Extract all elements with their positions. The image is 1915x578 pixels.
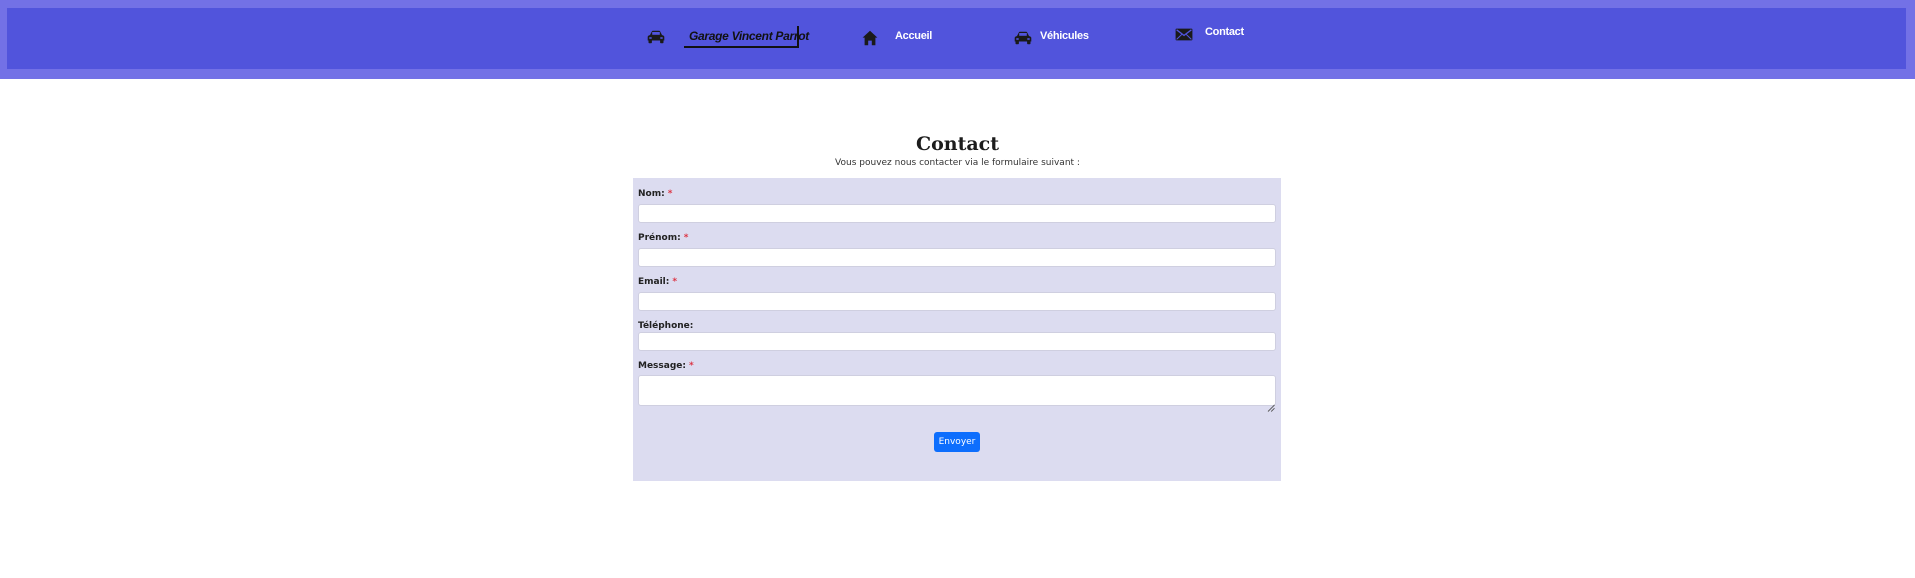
required-marker: *: [667, 189, 673, 199]
label-text: Prénom:: [638, 233, 681, 243]
field-label-prenom: Prénom: *: [638, 233, 688, 243]
required-marker: *: [689, 361, 694, 371]
nav-link-contact[interactable]: Contact: [1205, 26, 1244, 38]
nom-input[interactable]: [638, 204, 1276, 223]
telephone-input[interactable]: [638, 332, 1276, 351]
envelope-icon[interactable]: [1175, 28, 1193, 41]
page-subtitle: Vous pouvez nous contacter via le formul…: [835, 158, 1080, 168]
car-icon[interactable]: [1014, 31, 1032, 45]
navbar: [7, 8, 1906, 69]
field-label-nom: Nom: *: [638, 189, 672, 199]
submit-button[interactable]: Envoyer: [934, 432, 980, 452]
email-input[interactable]: [638, 292, 1276, 311]
nav-link-accueil[interactable]: Accueil: [895, 30, 932, 42]
house-icon[interactable]: [862, 30, 878, 46]
field-label-message: Message: *: [638, 361, 694, 371]
label-text: Email:: [638, 277, 670, 287]
message-wrapper: [633, 375, 1281, 412]
required-marker: *: [683, 233, 689, 243]
label-text: Nom:: [638, 189, 665, 199]
required-marker: *: [672, 277, 678, 287]
car-icon: [647, 30, 665, 44]
message-textarea[interactable]: [638, 375, 1276, 406]
prenom-input[interactable]: [638, 248, 1276, 267]
brand-name[interactable]: Garage Vincent Parrot: [689, 29, 809, 43]
label-text: Téléphone:: [638, 321, 694, 331]
page-title: Contact: [915, 133, 1000, 155]
contact-form: Nom: * Prénom: * Email: * Téléphone: Messag…: [633, 178, 1281, 481]
resize-grip-icon[interactable]: [1267, 397, 1275, 412]
field-label-telephone: Téléphone:: [638, 321, 693, 331]
label-text: Message:: [638, 361, 686, 371]
nav-link-vehicules[interactable]: Véhicules: [1040, 30, 1089, 42]
field-label-email: Email: *: [638, 277, 677, 287]
